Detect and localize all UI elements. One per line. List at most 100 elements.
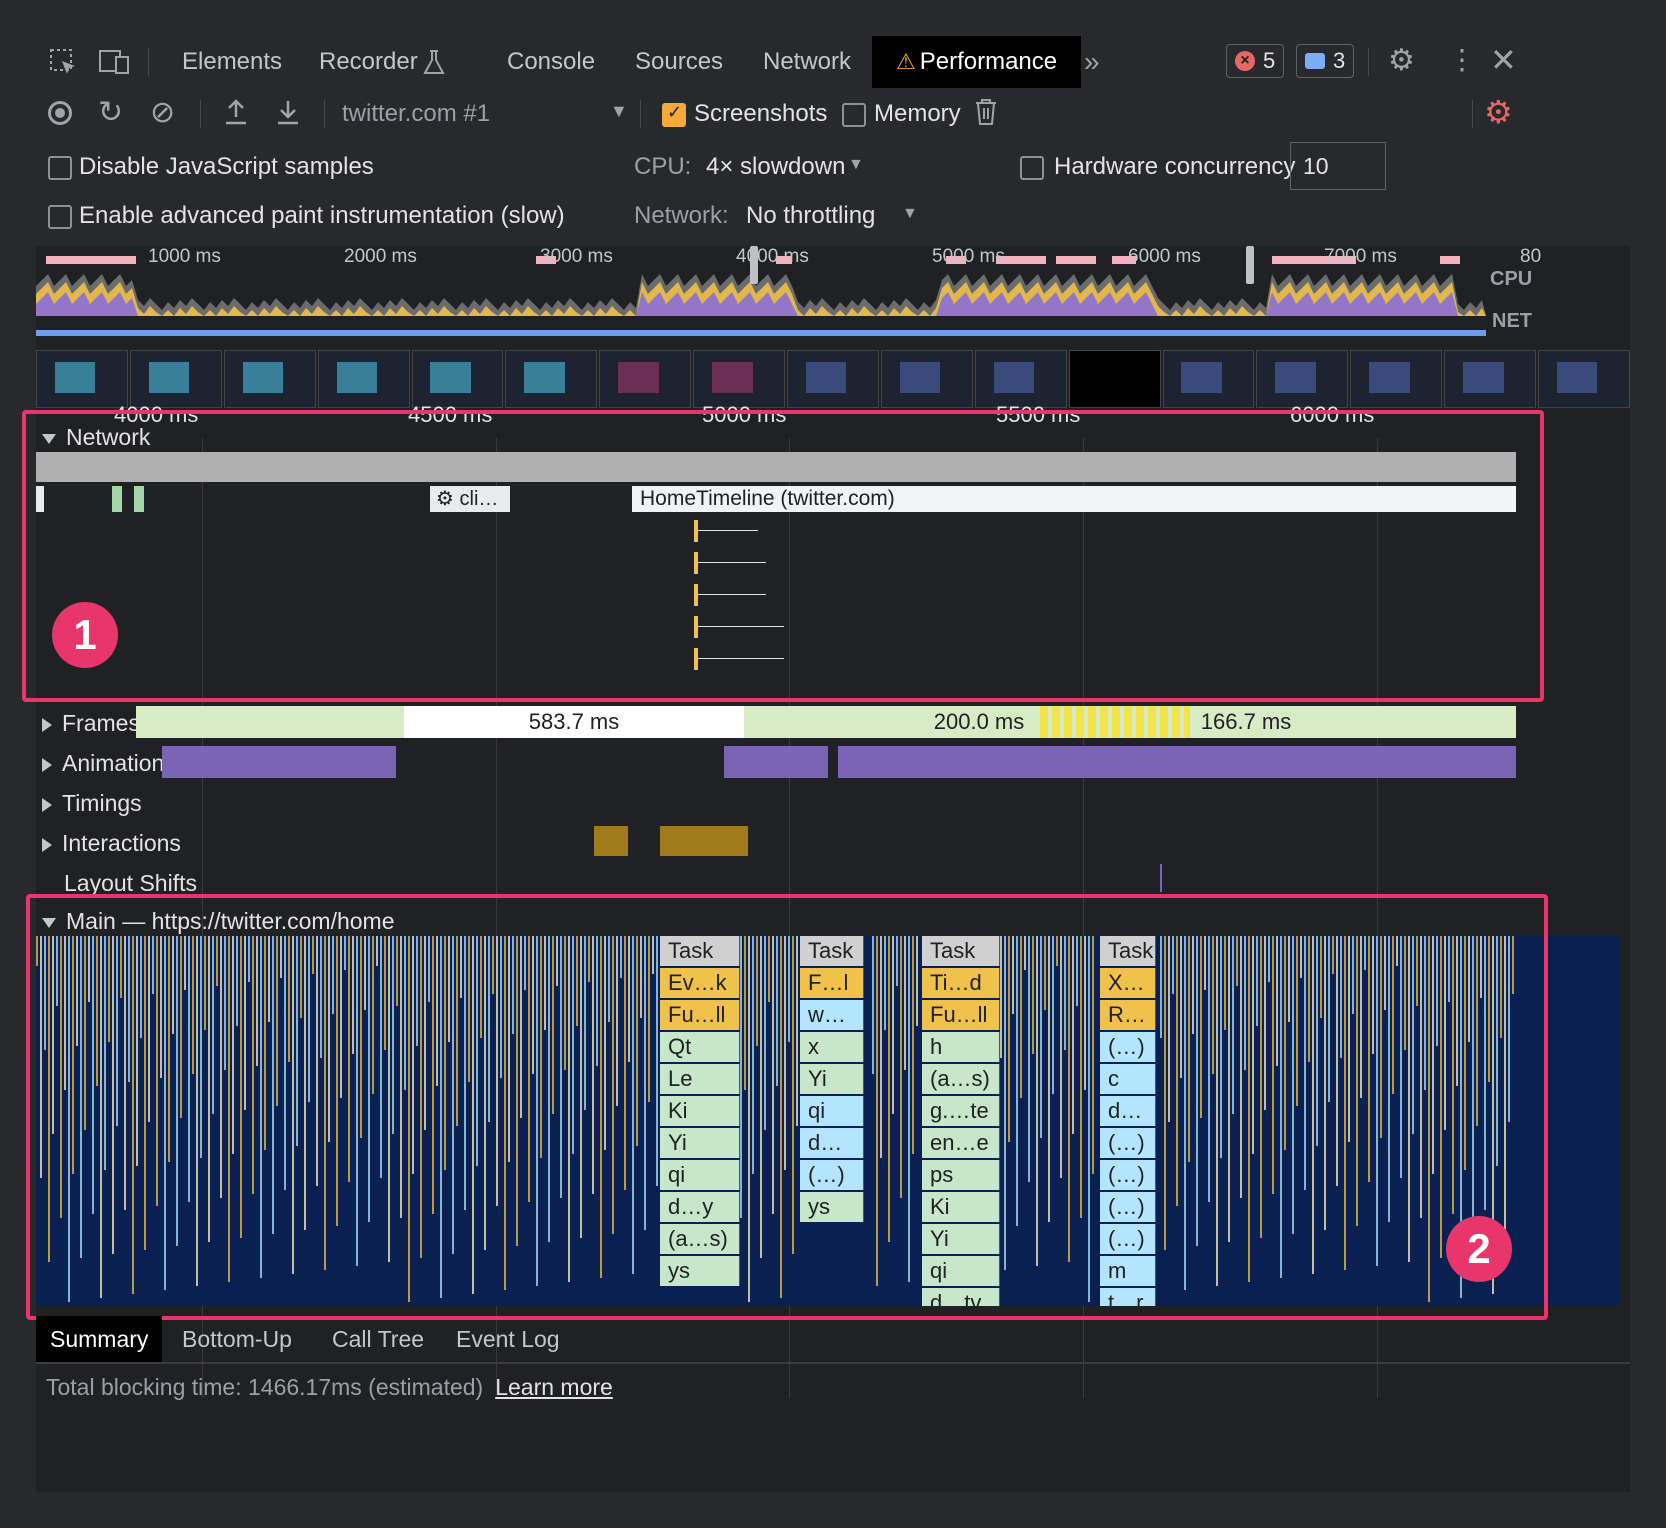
interaction-bar[interactable] <box>594 826 628 856</box>
toolbar-separator <box>640 100 641 128</box>
frames-track-header[interactable]: Frames <box>42 710 140 737</box>
tab-recorder[interactable]: Recorder <box>319 36 418 88</box>
animation-bar[interactable] <box>162 746 396 778</box>
more-tabs-icon[interactable]: » <box>1084 48 1100 76</box>
clear-icon[interactable]: ⊘ <box>150 98 175 128</box>
close-icon[interactable]: ✕ <box>1490 44 1517 76</box>
screenshot-thumbnail[interactable] <box>505 350 598 408</box>
toolbar-separator <box>200 100 201 128</box>
disable-js-samples-label: Disable JavaScript samples <box>79 153 374 180</box>
hardware-concurrency-checkbox[interactable] <box>1020 156 1044 180</box>
tab-elements[interactable]: Elements <box>182 36 282 88</box>
screenshot-content <box>1275 362 1316 393</box>
frame-partial-group[interactable] <box>1040 706 1190 738</box>
recording-select[interactable]: twitter.com #1 <box>342 100 490 128</box>
inspect-element-icon[interactable] <box>48 47 78 82</box>
tab-summary[interactable]: Summary <box>36 1316 163 1362</box>
screenshot-thumbnail[interactable] <box>36 350 128 408</box>
screenshot-content <box>524 362 565 393</box>
overview-window-handle-right[interactable] <box>1246 246 1254 284</box>
chevron-down-icon[interactable]: ▼ <box>610 102 628 120</box>
screenshot-thumbnail[interactable] <box>787 350 879 408</box>
frames-track-label: Frames <box>62 710 140 736</box>
kebab-menu-icon[interactable]: ⋮ <box>1448 46 1476 74</box>
screenshot-thumbnail[interactable] <box>1350 350 1443 408</box>
screenshot-content <box>242 362 284 393</box>
disable-js-samples-checkbox[interactable] <box>48 156 72 180</box>
animation-bar[interactable] <box>838 746 1516 778</box>
long-task-marker <box>46 256 136 264</box>
screenshot-thumbnail[interactable] <box>1256 350 1349 408</box>
device-toolbar-icon[interactable] <box>98 47 132 82</box>
memory-checkbox[interactable] <box>842 103 866 127</box>
garbage-collect-icon[interactable] <box>974 97 998 132</box>
tab-call-tree[interactable]: Call Tree <box>318 1316 438 1362</box>
overview-tick-label: 5000 ms <box>932 246 1005 267</box>
errors-badge[interactable]: × 5 <box>1226 44 1285 78</box>
tab-network[interactable]: Network <box>763 36 851 88</box>
screenshot-thumbnail[interactable] <box>880 350 973 408</box>
screenshot-thumbnail[interactable] <box>317 350 410 408</box>
screenshot-thumbnail[interactable] <box>223 350 316 408</box>
overview-window-handle-left[interactable] <box>750 246 758 284</box>
tab-performance[interactable]: ⚠ Performance <box>872 36 1082 88</box>
overview-tick-label: 7000 ms <box>1324 246 1397 267</box>
screenshot-content <box>1556 362 1598 393</box>
interactions-track-header[interactable]: Interactions <box>42 830 181 857</box>
frame-long[interactable]: 583.7 ms <box>404 706 744 738</box>
learn-more-link[interactable]: Learn more <box>495 1374 613 1400</box>
animation-track-header[interactable]: Animation <box>42 750 164 777</box>
overview-tick-label: 2000 ms <box>344 246 417 267</box>
screenshot-content <box>1181 362 1222 393</box>
screenshot-content <box>805 362 847 393</box>
callout-box-main <box>26 894 1548 1320</box>
record-icon[interactable] <box>48 101 72 125</box>
messages-badge[interactable]: 3 <box>1296 44 1355 78</box>
interaction-bar[interactable] <box>660 826 748 856</box>
tab-sources[interactable]: Sources <box>635 36 723 88</box>
timings-track-header[interactable]: Timings <box>42 790 142 817</box>
chevron-down-icon[interactable]: ▼ <box>848 157 864 173</box>
tab-bottom-up[interactable]: Bottom-Up <box>168 1316 306 1362</box>
screenshot-content <box>1369 362 1410 393</box>
upload-icon[interactable] <box>222 97 250 132</box>
screenshot-thumbnail[interactable] <box>1444 350 1536 408</box>
screenshot-thumbnail[interactable] <box>693 350 785 408</box>
cpu-throttle-select[interactable]: 4× slowdown <box>706 153 845 181</box>
download-icon[interactable] <box>274 97 302 132</box>
screenshot-thumbnail[interactable] <box>1538 350 1630 408</box>
tab-console[interactable]: Console <box>507 36 595 88</box>
layout-shift-marker[interactable] <box>1160 864 1162 892</box>
screenshot-thumbnail[interactable] <box>411 350 504 408</box>
screenshot-thumbnail[interactable] <box>599 350 692 408</box>
tab-event-log[interactable]: Event Log <box>442 1316 574 1362</box>
screenshots-strip[interactable] <box>36 350 1630 408</box>
message-icon <box>1305 53 1325 69</box>
network-throttle-select[interactable]: No throttling <box>746 202 875 230</box>
long-task-marker <box>1440 256 1460 264</box>
net-lane-bar <box>36 330 1486 336</box>
screenshot-content <box>54 362 96 393</box>
screenshot-thumbnail[interactable] <box>974 350 1067 408</box>
capture-settings-pane: Disable JavaScript samples Enable advanc… <box>36 142 1630 246</box>
frame-200[interactable]: 200.0 ms <box>926 706 1032 738</box>
screenshot-thumbnail[interactable] <box>1068 350 1161 408</box>
capture-settings-icon[interactable]: ⚙ <box>1484 96 1513 128</box>
memory-label: Memory <box>874 100 961 127</box>
frames-lane[interactable] <box>136 706 1516 738</box>
animation-bar[interactable] <box>724 746 828 778</box>
layout-shifts-track-label[interactable]: Layout Shifts <box>64 870 197 897</box>
advanced-paint-checkbox[interactable] <box>48 205 72 229</box>
screenshot-thumbnail[interactable] <box>1162 350 1255 408</box>
tab-performance-label: Performance <box>919 48 1058 75</box>
screenshots-checkbox[interactable]: ✓ <box>662 102 686 127</box>
frame-166[interactable]: 166.7 ms <box>1196 706 1296 738</box>
overview-tick-label: 4000 ms <box>736 246 809 267</box>
settings-gear-icon[interactable]: ⚙ <box>1388 46 1415 76</box>
screenshot-content <box>1463 362 1504 393</box>
hardware-concurrency-input[interactable]: 10 <box>1290 142 1386 190</box>
screenshot-thumbnail[interactable] <box>129 350 222 408</box>
overview-tick-label: 80 <box>1520 246 1542 267</box>
reload-record-icon[interactable]: ↻ <box>98 98 123 128</box>
chevron-down-icon[interactable]: ▼ <box>902 206 918 222</box>
